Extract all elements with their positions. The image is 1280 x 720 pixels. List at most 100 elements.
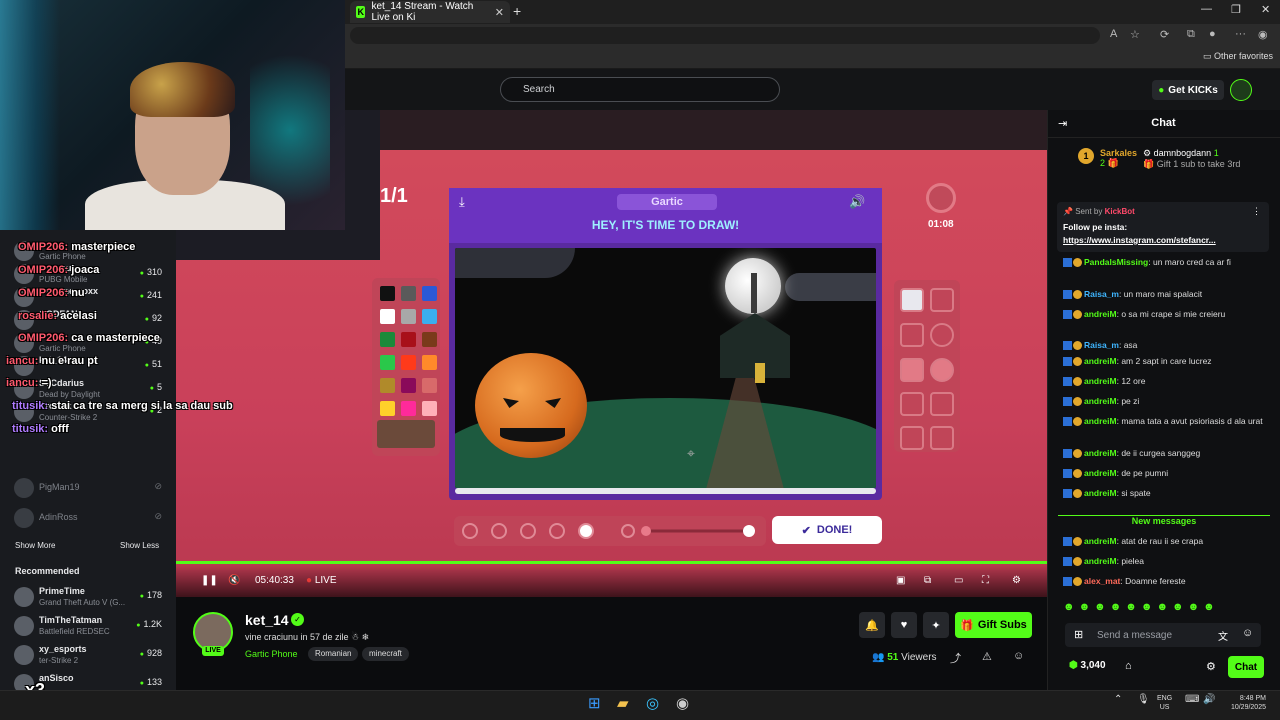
volume-icon[interactable]: 🔊: [1203, 694, 1215, 705]
stream-category[interactable]: Gartic Phone: [245, 649, 298, 659]
minimize-icon[interactable]: —: [1201, 3, 1212, 15]
settings-icon[interactable]: ⚙: [1012, 575, 1021, 586]
extensions-icon[interactable]: ⧉: [1187, 28, 1195, 41]
chat-message[interactable]: andreiM: 12 ore: [1063, 375, 1267, 387]
color-swatch[interactable]: [380, 332, 395, 347]
chat-username[interactable]: Raisa_m: [1084, 340, 1119, 350]
recommended-channel[interactable]: PrimeTime Grand Theft Auto V (G... 178: [0, 583, 176, 611]
color-swatch[interactable]: [380, 286, 395, 301]
edge-browser-icon[interactable]: ◎: [646, 694, 659, 712]
pause-icon[interactable]: ❚❚: [201, 575, 218, 586]
chat-username[interactable]: andreiM: [1084, 468, 1117, 478]
color-swatch[interactable]: [422, 332, 437, 347]
emote-bar[interactable]: ☻☻☻☻☻☻☻☻☻☻: [1063, 601, 1219, 613]
maximize-icon[interactable]: ❐: [1231, 3, 1241, 16]
rect-fill-tool-icon[interactable]: [900, 358, 924, 382]
color-swatch[interactable]: [401, 286, 416, 301]
translate-icon[interactable]: 文: [1218, 628, 1228, 643]
close-window-icon[interactable]: ✕: [1261, 3, 1270, 16]
chat-username[interactable]: andreiM: [1084, 396, 1117, 406]
chat-message[interactable]: alex_mat: Doamne fereste: [1063, 575, 1267, 587]
chat-username[interactable]: Raisa_m: [1084, 289, 1119, 299]
drawing-canvas[interactable]: ⌖: [455, 248, 876, 488]
color-swatch[interactable]: [422, 355, 437, 370]
file-explorer-icon[interactable]: ▰: [617, 694, 629, 712]
microphone-icon[interactable]: 🎙: [1137, 694, 1150, 705]
color-swatch[interactable]: [380, 355, 395, 370]
close-tab-icon[interactable]: ✕: [495, 6, 504, 19]
kick-emote-icon[interactable]: ⊞: [1074, 628, 1083, 641]
chat-message[interactable]: andreiM: mama tata a avut psioriasis d a…: [1063, 415, 1267, 427]
more-menu-icon[interactable]: ···: [1235, 28, 1246, 40]
sound-icon[interactable]: 🔊: [849, 194, 865, 210]
fullscreen-icon[interactable]: ⛶: [982, 575, 989, 586]
streamer-name[interactable]: ket_14: [245, 612, 289, 628]
chat-settings-icon[interactable]: ⚙: [1206, 660, 1216, 673]
color-swatch[interactable]: [422, 378, 437, 393]
follow-heart-icon[interactable]: ♥: [891, 612, 917, 638]
color-swatch[interactable]: [380, 401, 395, 416]
ellipse-fill-tool-icon[interactable]: [930, 358, 954, 382]
new-tab-icon[interactable]: +: [513, 3, 521, 19]
tray-chevron-icon[interactable]: ⌃: [1114, 694, 1122, 705]
network-icon[interactable]: ⌨: [1185, 694, 1199, 705]
color-swatch[interactable]: [401, 309, 416, 324]
redo-icon[interactable]: [930, 426, 954, 450]
color-swatch[interactable]: [380, 309, 395, 324]
show-more-button[interactable]: Show More: [15, 541, 55, 550]
tag-romanian[interactable]: Romanian: [308, 647, 359, 661]
color-swatch[interactable]: [422, 309, 437, 324]
chat-message[interactable]: Raisa_m: asa: [1063, 339, 1267, 351]
done-button[interactable]: ✔ DONE!: [772, 516, 882, 544]
color-swatch[interactable]: [422, 286, 437, 301]
chat-message[interactable]: Raisa_m: un maro mai spalacit: [1063, 288, 1267, 300]
rect-outline-tool-icon[interactable]: [900, 323, 924, 347]
notifications-bell-icon[interactable]: 🔔: [859, 612, 885, 638]
address-input[interactable]: [350, 27, 1100, 44]
ellipse-outline-tool-icon[interactable]: [930, 323, 954, 347]
miniplayer-icon[interactable]: ▣: [896, 575, 905, 586]
pin-toggle-icon[interactable]: ⋮: [1252, 206, 1261, 217]
opacity-slider[interactable]: [612, 519, 764, 543]
show-less-button[interactable]: Show Less: [120, 541, 159, 550]
fill-bucket-tool-icon[interactable]: [930, 392, 954, 416]
sidebar-channel-offline[interactable]: AdinRoss ⊘: [0, 504, 176, 532]
obs-icon[interactable]: ◉: [676, 694, 689, 712]
browser-tab[interactable]: K ket_14 Stream - Watch Live on Ki ✕: [350, 1, 510, 23]
brush-size-4[interactable]: [549, 523, 565, 539]
chat-message[interactable]: andreiM: pe zi: [1063, 395, 1267, 407]
chat-username[interactable]: andreiM: [1084, 536, 1117, 546]
chat-username[interactable]: andreiM: [1084, 309, 1117, 319]
chat-username[interactable]: andreiM: [1084, 416, 1117, 426]
copilot-icon[interactable]: ◉: [1258, 28, 1268, 41]
chat-username[interactable]: andreiM: [1084, 488, 1117, 498]
mute-icon[interactable]: 🔇: [228, 575, 240, 586]
chat-username[interactable]: andreiM: [1084, 376, 1117, 386]
sidebar-channel-offline[interactable]: PigMan19 ⊘: [0, 474, 176, 502]
chat-input[interactable]: Send a message: [1065, 623, 1261, 647]
other-favorites[interactable]: ▭ Other favorites: [1203, 51, 1273, 62]
chat-message[interactable]: PandalsMissing: un maro cred ca ar fi: [1063, 256, 1267, 268]
chat-message[interactable]: andreiM: o sa mi crape si mie creieru: [1063, 308, 1267, 320]
chat-message[interactable]: andreiM: de ii curgea sanggeg: [1063, 447, 1267, 459]
chat-message[interactable]: andreiM: am 2 sapt in care lucrez: [1063, 355, 1267, 367]
pinned-link[interactable]: https://www.instagram.com/stefancr...: [1063, 235, 1216, 245]
color-swatch[interactable]: [401, 355, 416, 370]
brush-size-2[interactable]: [491, 523, 507, 539]
chat-username[interactable]: PandalsMissing: [1084, 257, 1148, 267]
user-avatar[interactable]: [1230, 79, 1252, 101]
chat-message[interactable]: andreiM: atat de rau ii se crapa: [1063, 535, 1267, 547]
search-input[interactable]: Search: [500, 77, 780, 102]
favorite-star-icon[interactable]: ☆: [1130, 28, 1140, 41]
theater-mode-icon[interactable]: ▭: [954, 575, 963, 586]
channel-points[interactable]: ⬢ 3,040: [1069, 660, 1106, 671]
chat-message[interactable]: andreiM: de pe pumni: [1063, 467, 1267, 479]
color-swatch[interactable]: [380, 378, 395, 393]
undo-icon[interactable]: [900, 426, 924, 450]
more-user-icon[interactable]: ☺: [1013, 650, 1024, 662]
gift-subs-button[interactable]: 🎁 Gift Subs: [955, 612, 1032, 638]
recommended-channel[interactable]: xy_esports ter-Strike 2 928: [0, 641, 176, 669]
new-messages-divider[interactable]: New messages: [1058, 515, 1270, 526]
language-indicator[interactable]: ENG US: [1157, 694, 1172, 712]
chat-username[interactable]: andreiM: [1084, 448, 1117, 458]
